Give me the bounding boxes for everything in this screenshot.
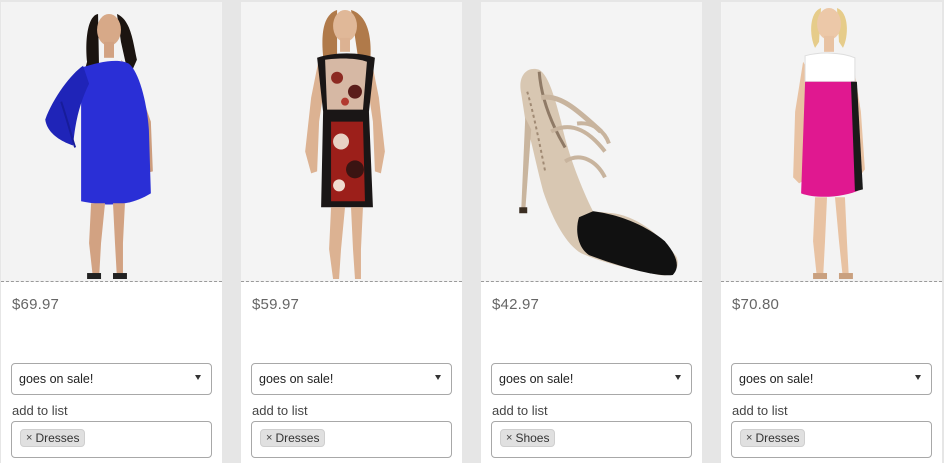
add-to-list-label: add to list — [252, 403, 308, 418]
alert-dropdown[interactable]: goes on sale! — [491, 363, 692, 395]
product-price: $42.97 — [492, 296, 540, 313]
add-to-list-label: add to list — [732, 403, 788, 418]
list-tags-input[interactable]: × Dresses — [731, 421, 932, 458]
product-grid: $69.97 goes on sale! add to list × Dress… — [0, 0, 944, 463]
remove-tag-icon[interactable]: × — [746, 432, 752, 444]
tag-label: Dresses — [35, 431, 80, 445]
product-image[interactable] — [721, 2, 942, 282]
model-blue-dress-illustration — [1, 2, 222, 281]
product-price: $70.80 — [732, 296, 780, 313]
remove-tag-icon[interactable]: × — [506, 432, 512, 444]
product-card: $42.97 goes on sale! add to list × Shoes — [481, 2, 702, 463]
tag-label: Shoes — [515, 431, 550, 445]
pump-shoe-illustration — [481, 2, 702, 281]
dropdown-arrow-icon — [675, 375, 681, 380]
product-card: $59.97 goes on sale! add to list × Dress… — [241, 2, 462, 463]
list-tag: × Dresses — [260, 429, 326, 447]
alert-dropdown[interactable]: goes on sale! — [251, 363, 452, 395]
alert-selected-value: goes on sale! — [19, 372, 94, 386]
add-to-list-label: add to list — [492, 403, 548, 418]
product-image[interactable] — [241, 2, 462, 282]
remove-tag-icon[interactable]: × — [266, 432, 272, 444]
list-tag: × Dresses — [740, 429, 806, 447]
model-floral-dress-illustration — [241, 2, 462, 281]
remove-tag-icon[interactable]: × — [26, 432, 32, 444]
dropdown-arrow-icon — [915, 375, 921, 380]
list-tag: × Dresses — [20, 429, 86, 447]
alert-selected-value: goes on sale! — [499, 372, 574, 386]
list-tag: × Shoes — [500, 429, 556, 447]
product-price: $59.97 — [252, 296, 300, 313]
model-pink-dress-illustration — [721, 2, 942, 281]
alert-selected-value: goes on sale! — [259, 372, 334, 386]
add-to-list-label: add to list — [12, 403, 68, 418]
dropdown-arrow-icon — [195, 375, 201, 380]
tag-label: Dresses — [275, 431, 320, 445]
product-card: $70.80 goes on sale! add to list × Dress… — [721, 2, 942, 463]
alert-dropdown[interactable]: goes on sale! — [731, 363, 932, 395]
tag-label: Dresses — [755, 431, 800, 445]
list-tags-input[interactable]: × Shoes — [491, 421, 692, 458]
product-image[interactable] — [1, 2, 222, 282]
dropdown-arrow-icon — [435, 375, 441, 380]
product-card: $69.97 goes on sale! add to list × Dress… — [1, 2, 222, 463]
product-price: $69.97 — [12, 296, 60, 313]
product-image[interactable] — [481, 2, 702, 282]
list-tags-input[interactable]: × Dresses — [251, 421, 452, 458]
alert-selected-value: goes on sale! — [739, 372, 814, 386]
list-tags-input[interactable]: × Dresses — [11, 421, 212, 458]
alert-dropdown[interactable]: goes on sale! — [11, 363, 212, 395]
